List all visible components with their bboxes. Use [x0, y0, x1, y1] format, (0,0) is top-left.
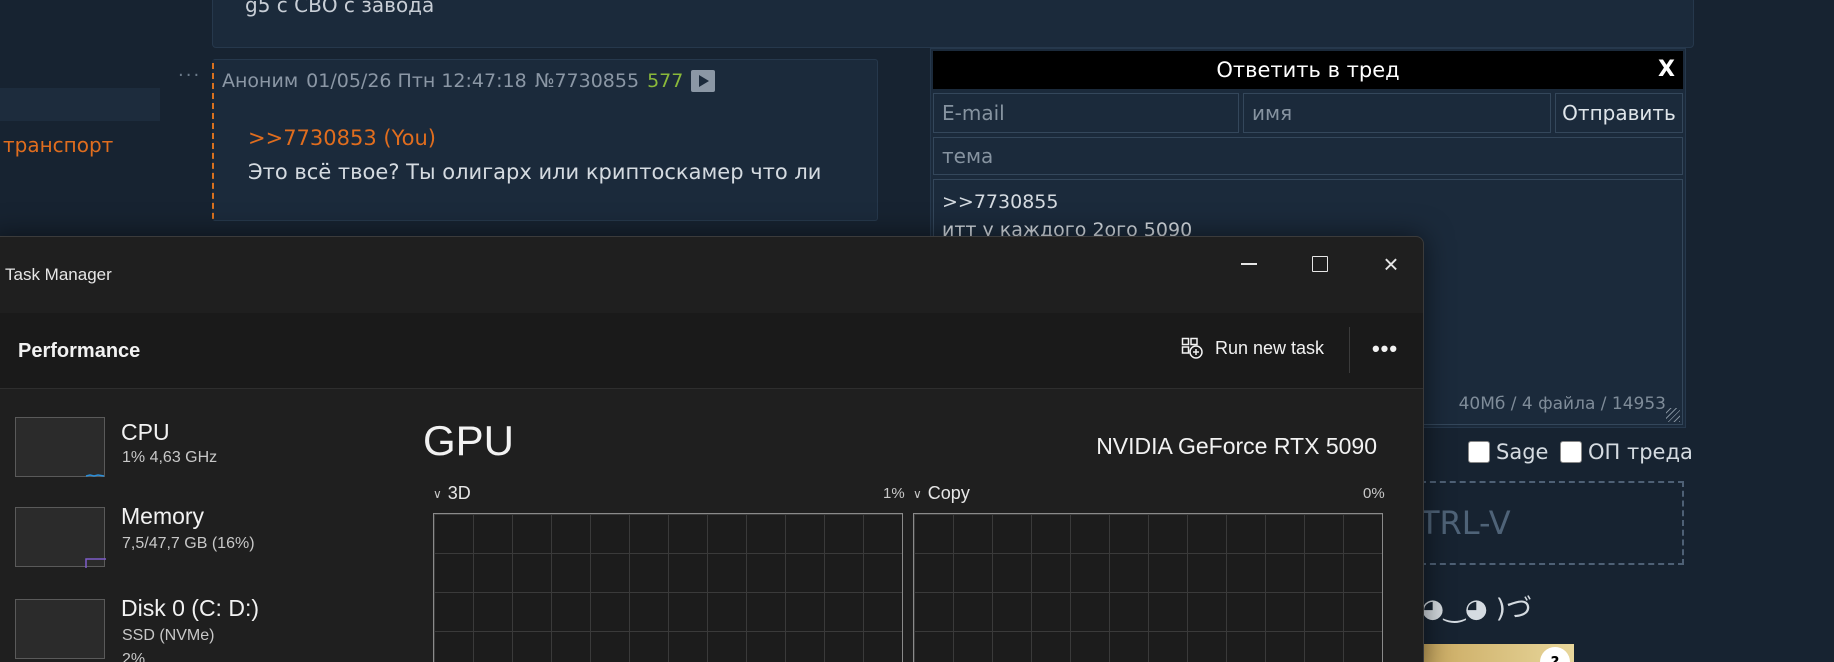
- gpu-model: NVIDIA GeForce RTX 5090: [1096, 433, 1377, 459]
- memory-mini-graph: [15, 507, 106, 568]
- perf-name-memory: Memory: [121, 503, 205, 529]
- reply-form-title: Ответить в тред: [1216, 58, 1400, 82]
- top-post: g5 с СВО с завода: [212, 0, 1694, 48]
- run-task-icon: [1181, 337, 1203, 359]
- sage-checkbox-row[interactable]: Sage: [1468, 440, 1548, 464]
- close-icon[interactable]: X: [1658, 51, 1675, 89]
- toolbar: Performance Run new task •••: [0, 313, 1423, 389]
- maximize-icon[interactable]: [1296, 249, 1344, 279]
- top-post-text: g5 с СВО с завода: [245, 0, 435, 17]
- drop-hint: TRL-V: [1420, 504, 1511, 542]
- engine-select-copy[interactable]: ∨ Copy: [913, 483, 970, 504]
- post-author: Аноним: [222, 70, 299, 92]
- post-reply-ref[interactable]: >>7730853 (You): [248, 126, 436, 150]
- graph-copy: [913, 513, 1383, 662]
- toolbar-divider: [1349, 327, 1350, 373]
- gpu-title: GPU: [423, 417, 515, 464]
- play-icon[interactable]: [691, 70, 716, 92]
- sage-checkbox[interactable]: [1468, 441, 1490, 463]
- engine-label-3d: 3D: [447, 483, 471, 503]
- perf-sub-memory: 7,5/47,7 GB (16%): [122, 535, 255, 552]
- chevron-down-icon: ∨: [913, 486, 922, 501]
- perf-sub-disk: SSD (NVMe): [122, 627, 215, 644]
- email-field[interactable]: E-mail: [933, 93, 1239, 133]
- sidebar-highlight: [0, 88, 160, 121]
- run-new-task-label: Run new task: [1215, 337, 1325, 358]
- perf-name-cpu: CPU: [121, 419, 170, 445]
- op-checkbox-row[interactable]: ОП треда: [1560, 440, 1693, 464]
- op-checkbox[interactable]: [1560, 441, 1582, 463]
- post-body: Это всё твое? Ты олигарх или криптоскаме…: [248, 160, 822, 184]
- subject-field[interactable]: тема: [933, 137, 1683, 175]
- window-title: Task Manager: [5, 265, 112, 284]
- post-date: 01/05/26 Птн 12:47:18: [306, 70, 527, 92]
- disk-mini-graph: [15, 599, 105, 659]
- op-label: ОП треда: [1588, 440, 1693, 464]
- chevron-down-icon: ∨: [433, 486, 442, 501]
- engine-label-copy: Copy: [927, 483, 970, 503]
- perf-sub-cpu: 1% 4,63 GHz: [122, 449, 218, 466]
- more-options-icon[interactable]: •••: [1365, 331, 1405, 367]
- engine-percent-copy: 0%: [1363, 485, 1385, 502]
- task-manager-window: Task Manager × Performance Run new task …: [0, 236, 1424, 662]
- cpu-mini-graph: [15, 417, 105, 477]
- message-line-ref: >>7730855: [942, 191, 1059, 213]
- post-header: Аноним 01/05/26 Птн 12:47:18 №7730855 57…: [222, 70, 716, 92]
- perf-sub-disk-usage: 2%: [122, 651, 146, 662]
- post-count: 577: [647, 70, 684, 92]
- post-number[interactable]: №7730855: [535, 70, 639, 92]
- sidebar-link-transport[interactable]: транспорт: [3, 133, 113, 157]
- name-field[interactable]: имя: [1243, 93, 1551, 133]
- resize-handle-icon[interactable]: [1666, 408, 1680, 422]
- run-new-task-button[interactable]: Run new task: [1181, 337, 1324, 359]
- engine-percent-3d: 1%: [883, 485, 905, 502]
- post-menu-dots[interactable]: ...: [178, 60, 201, 81]
- graph-3d: [433, 513, 903, 662]
- perf-name-disk: Disk 0 (C: D:): [121, 595, 259, 621]
- upload-limits: 40Мб / 4 файла / 14953: [1458, 394, 1666, 414]
- page-title: Performance: [18, 340, 141, 362]
- send-button[interactable]: Отправить: [1555, 93, 1683, 133]
- file-drop-zone[interactable]: TRL-V: [1420, 481, 1684, 565]
- reply-form-header[interactable]: Ответить в тред X: [933, 51, 1683, 89]
- minimize-icon[interactable]: [1225, 249, 1273, 279]
- post-7730855: Аноним 01/05/26 Птн 12:47:18 №7730855 57…: [212, 59, 878, 221]
- engine-select-3d[interactable]: ∨ 3D: [433, 483, 471, 504]
- close-window-icon[interactable]: ×: [1367, 249, 1415, 279]
- sage-label: Sage: [1496, 440, 1549, 464]
